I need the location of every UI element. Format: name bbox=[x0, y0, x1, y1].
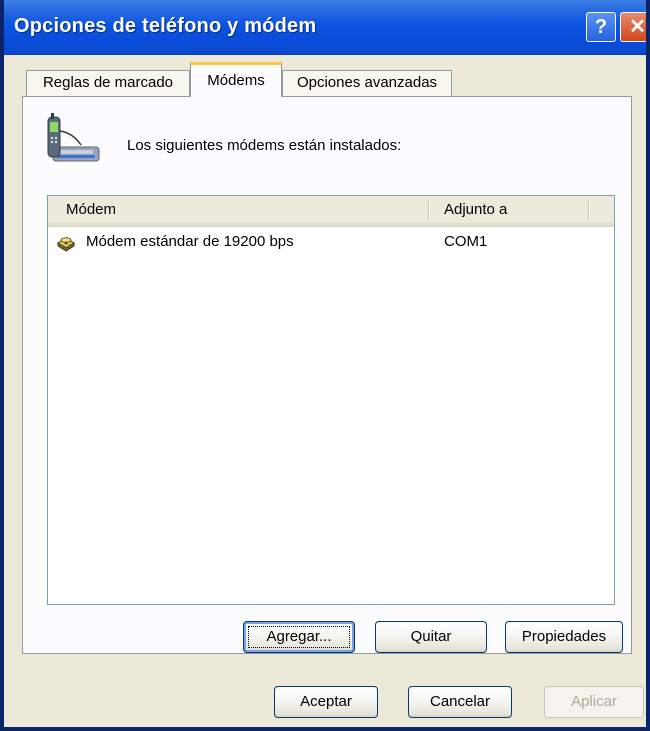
properties-button-label: Propiedades bbox=[521, 628, 607, 645]
tab-reglas-de-marcado[interactable]: Reglas de marcado bbox=[26, 70, 190, 96]
column-header-attached-to[interactable]: Adjunto a bbox=[444, 196, 507, 223]
remove-button[interactable]: Quitar bbox=[375, 621, 487, 653]
tab-label: Opciones avanzadas bbox=[296, 74, 438, 91]
focus-rectangle bbox=[248, 626, 350, 648]
modems-list[interactable]: Módem Adjunto a Módem estándar de 19200 … bbox=[47, 195, 615, 605]
cancel-button[interactable]: Cancelar bbox=[408, 686, 512, 718]
column-header-modem[interactable]: Módem bbox=[66, 196, 116, 223]
help-icon: ? bbox=[594, 16, 608, 38]
installed-modems-label: Los siguientes módems están instalados: bbox=[127, 137, 402, 154]
cancel-button-label: Cancelar bbox=[429, 693, 491, 710]
window-title: Opciones de teléfono y módem bbox=[14, 15, 317, 37]
properties-button[interactable]: Propiedades bbox=[505, 621, 623, 653]
column-divider[interactable] bbox=[588, 200, 590, 220]
add-button[interactable]: Agregar... bbox=[243, 621, 355, 653]
tab-label: Reglas de marcado bbox=[42, 74, 174, 91]
remove-button-label: Quitar bbox=[410, 628, 452, 645]
close-icon: ✕ bbox=[629, 16, 646, 38]
ok-button[interactable]: Aceptar bbox=[274, 686, 378, 718]
column-divider[interactable] bbox=[428, 200, 430, 220]
apply-button[interactable]: Aplicar bbox=[544, 686, 644, 718]
tab-label: Módems bbox=[207, 72, 265, 89]
title-bar[interactable]: Opciones de teléfono y módem ? ✕ bbox=[4, 0, 646, 55]
help-button[interactable]: ? bbox=[586, 12, 616, 42]
modem-port-cell: COM1 bbox=[444, 233, 488, 250]
modem-icon bbox=[57, 237, 75, 252]
apply-button-label: Aplicar bbox=[571, 693, 617, 710]
phone-modem-icon bbox=[47, 113, 100, 162]
list-header: Módem Adjunto a bbox=[48, 196, 614, 227]
dialog-window: Opciones de teléfono y módem ? ✕ Reglas … bbox=[0, 0, 650, 731]
close-button[interactable]: ✕ bbox=[620, 12, 646, 42]
modems-tab-panel: Los siguientes módems están instalados: … bbox=[22, 96, 632, 654]
list-item[interactable]: Módem estándar de 19200 bps COM1 bbox=[48, 230, 614, 256]
tab-modems[interactable]: Módems bbox=[190, 62, 282, 97]
tab-opciones-avanzadas[interactable]: Opciones avanzadas bbox=[282, 70, 452, 96]
modem-name-cell: Módem estándar de 19200 bps bbox=[86, 233, 294, 250]
ok-button-label: Aceptar bbox=[300, 693, 352, 710]
